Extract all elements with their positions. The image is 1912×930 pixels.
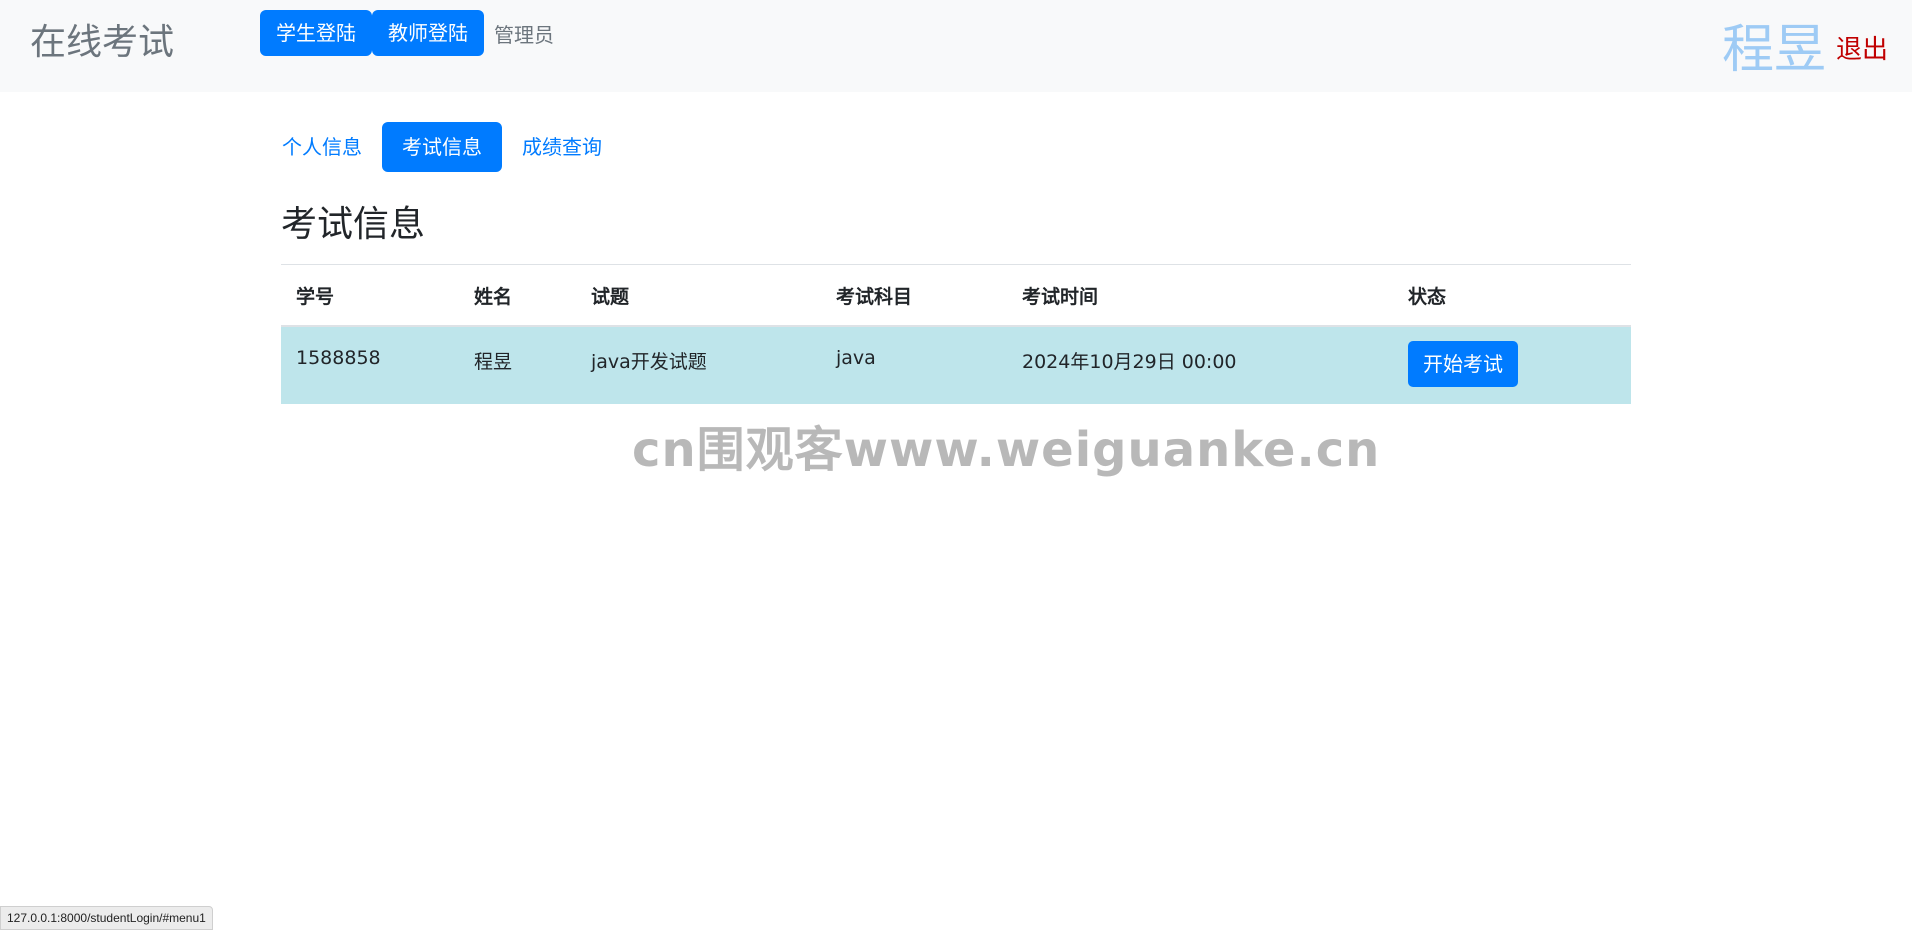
page-title: 考试信息 [281, 204, 426, 245]
cell-status: 开始考试 [1393, 326, 1631, 404]
column-header-name: 姓名 [459, 265, 576, 327]
status-bar-url: 127.0.0.1:8000/studentLogin/#menu1 [0, 906, 213, 930]
student-login-button[interactable]: 学生登陆 [260, 10, 372, 56]
exam-table: 学号 姓名 试题 考试科目 考试时间 状态 1588858 程昱 java开发试… [281, 264, 1631, 404]
column-header-student-id: 学号 [281, 265, 459, 327]
top-navbar: 在线考试 学生登陆 教师登陆 管理员 程昱 退出 [0, 0, 1912, 92]
teacher-login-button[interactable]: 教师登陆 [372, 10, 484, 56]
cell-paper: java开发试题 [576, 326, 821, 404]
start-exam-button[interactable]: 开始考试 [1408, 341, 1518, 387]
logout-link[interactable]: 退出 [1836, 32, 1888, 68]
watermark: cn围观客www.weiguanke.cn [632, 422, 1381, 478]
brand-title[interactable]: 在线考试 [30, 18, 174, 68]
column-header-paper: 试题 [576, 265, 821, 327]
cell-student-id: 1588858 [281, 326, 459, 404]
tab-personal-info[interactable]: 个人信息 [282, 122, 362, 172]
cell-time: 2024年10月29日 00:00 [1007, 326, 1393, 404]
table-row: 1588858 程昱 java开发试题 java 2024年10月29日 00:… [281, 326, 1631, 404]
admin-link[interactable]: 管理员 [494, 20, 554, 50]
column-header-status: 状态 [1393, 265, 1631, 327]
column-header-subject: 考试科目 [821, 265, 1007, 327]
cell-subject: java [821, 326, 1007, 404]
tab-exam-info[interactable]: 考试信息 [382, 122, 502, 172]
tab-score-query[interactable]: 成绩查询 [522, 122, 602, 172]
table-header-row: 学号 姓名 试题 考试科目 考试时间 状态 [281, 265, 1631, 327]
column-header-time: 考试时间 [1007, 265, 1393, 327]
cell-name: 程昱 [459, 326, 576, 404]
user-name: 程昱 [1722, 20, 1827, 80]
